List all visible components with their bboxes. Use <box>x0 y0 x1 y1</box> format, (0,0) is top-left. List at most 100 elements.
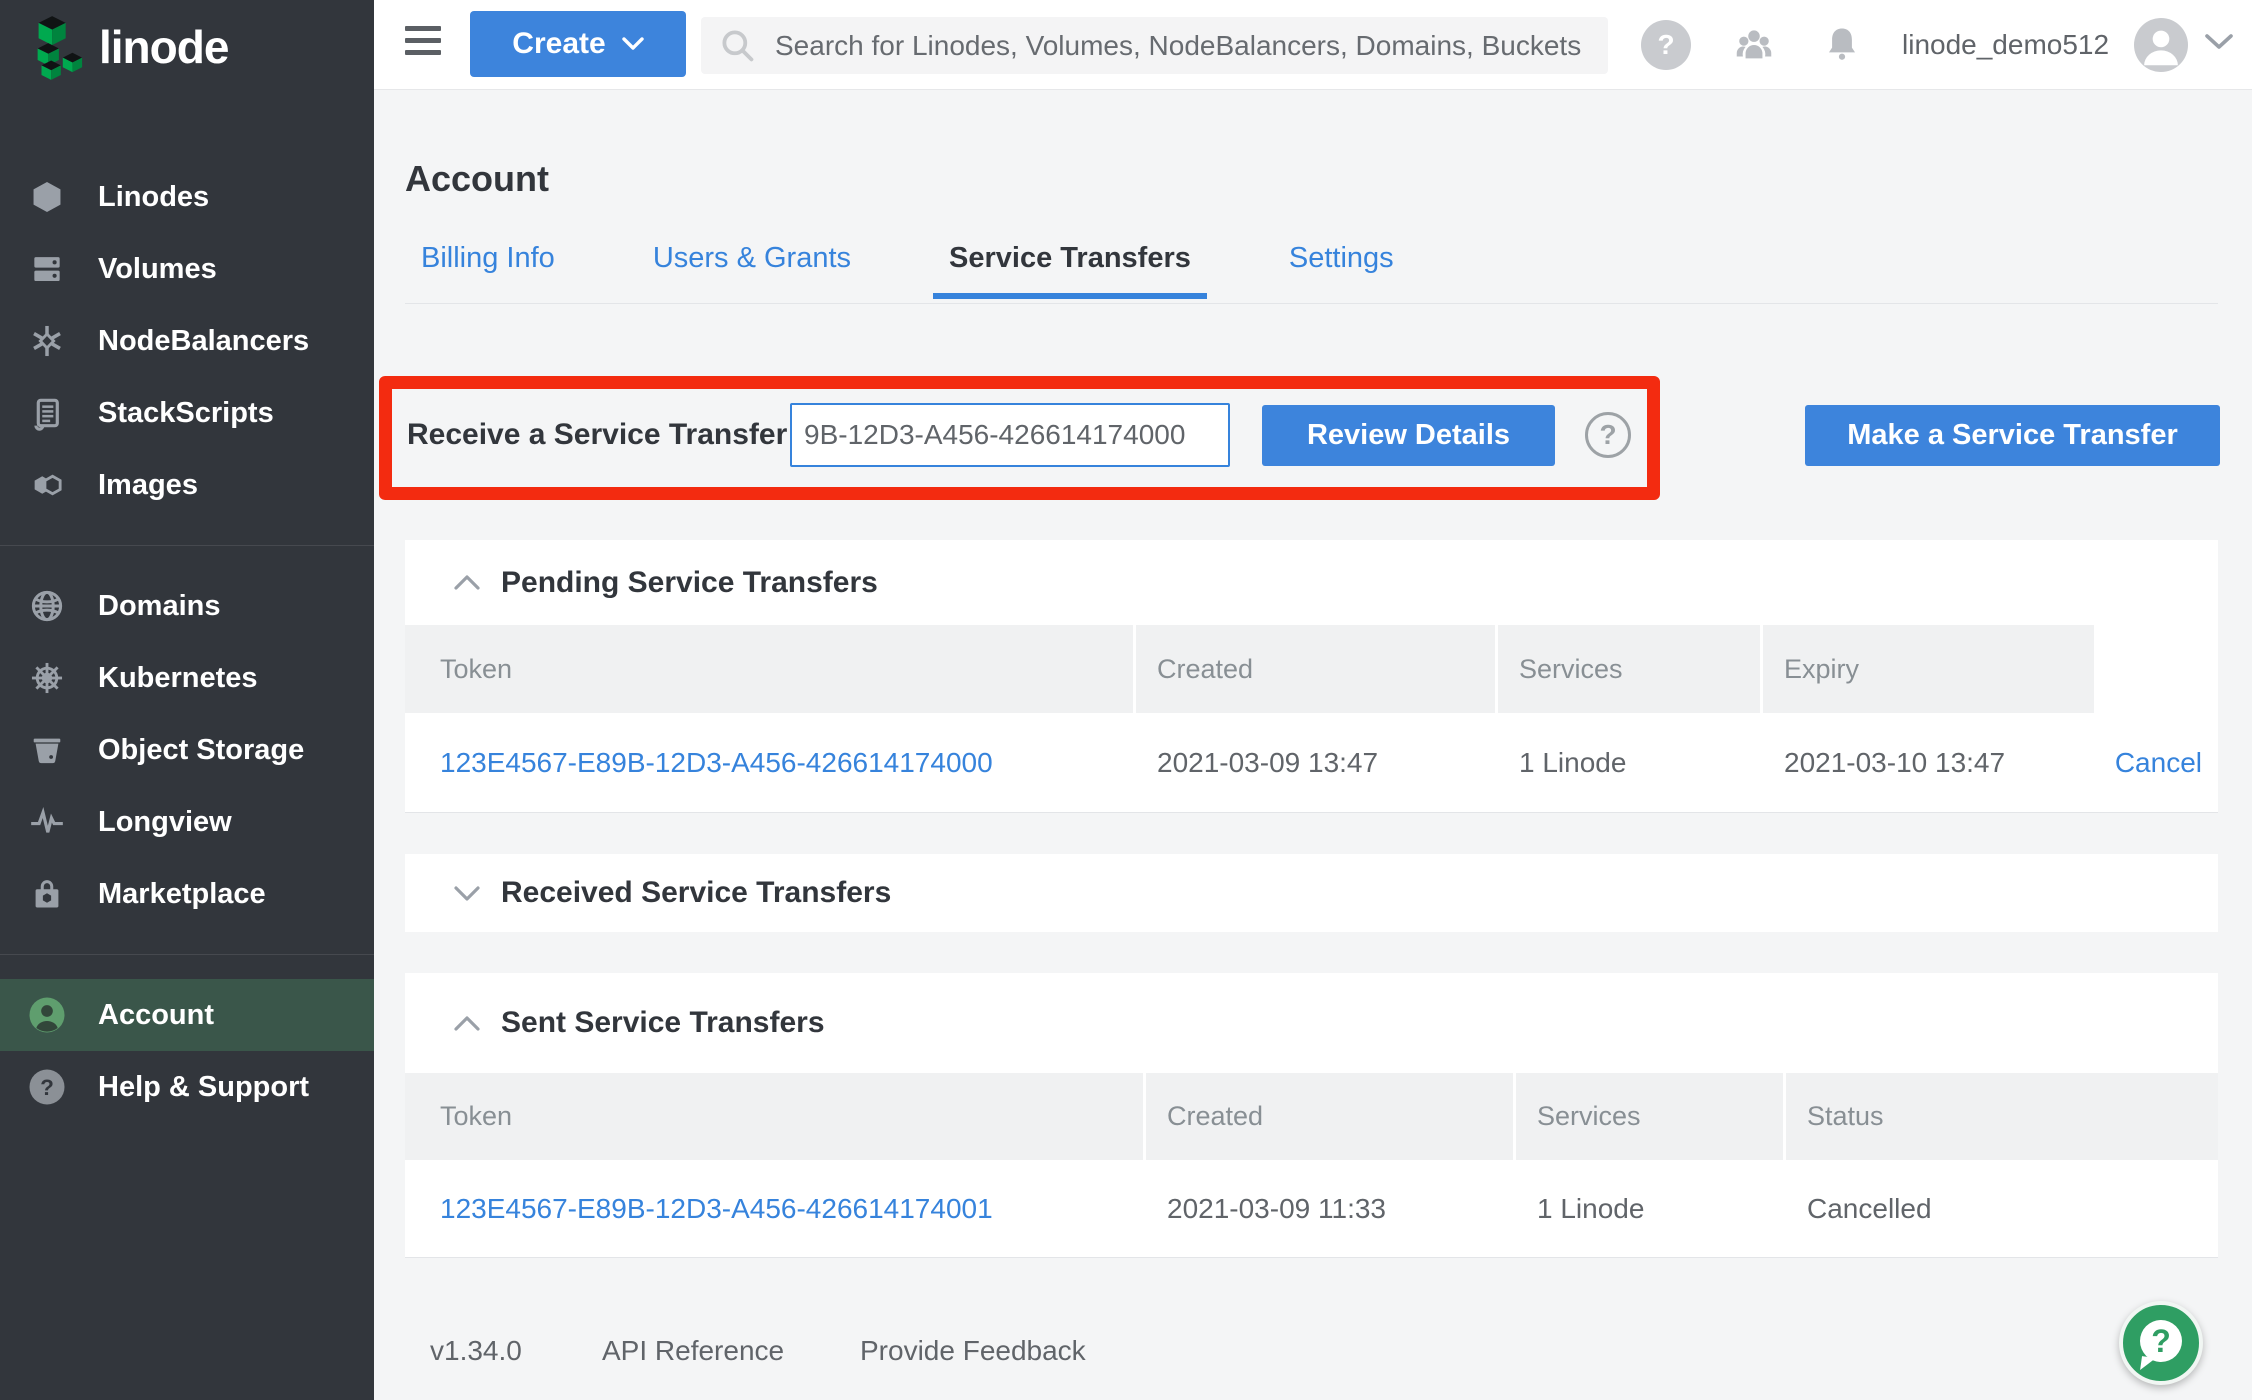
section-title: Pending Service Transfers <box>501 566 878 600</box>
version-link[interactable]: v1.34.0 <box>430 1328 522 1374</box>
tab-service-transfers[interactable]: Service Transfers <box>933 242 1207 299</box>
search-input[interactable] <box>773 17 1608 74</box>
sidebar-item-label: Domains <box>98 590 220 623</box>
api-reference-link[interactable]: API Reference <box>602 1328 784 1374</box>
sidebar-item-images[interactable]: Images <box>0 449 374 521</box>
column-header-token: Token <box>405 625 1136 713</box>
token-link[interactable]: 123E4567-E89B-12D3-A456-426614174001 <box>440 1193 993 1225</box>
column-header-services: Services <box>1516 1073 1786 1160</box>
sidebar-item-label: Account <box>98 999 214 1032</box>
sidebar-item-linodes[interactable]: Linodes <box>0 161 374 233</box>
page-title: Account <box>405 158 549 200</box>
tab-settings[interactable]: Settings <box>1273 242 1410 299</box>
sidebar-item-stackscripts[interactable]: StackScripts <box>0 377 374 449</box>
sidebar-item-help-support[interactable]: ? Help & Support <box>0 1051 374 1123</box>
actions-cell: Cancel <box>2097 713 2218 812</box>
sidebar-item-marketplace[interactable]: Marketplace <box>0 858 374 930</box>
community-icon[interactable] <box>1729 20 1779 70</box>
pending-transfer-row: 123E4567-E89B-12D3-A456-426614174000 202… <box>405 713 2218 813</box>
sidebar-item-longview[interactable]: Longview <box>0 786 374 858</box>
sent-transfer-row: 123E4567-E89B-12D3-A456-426614174001 202… <box>405 1160 2218 1258</box>
create-button-label: Create <box>512 27 605 61</box>
chevron-down-icon <box>622 37 644 51</box>
sent-transfers-header: Sent Service Transfers <box>405 973 2218 1073</box>
token-cell: 123E4567-E89B-12D3-A456-426614174001 <box>405 1160 1146 1257</box>
review-details-button[interactable]: Review Details <box>1262 405 1555 466</box>
globe-icon <box>27 586 67 626</box>
create-button[interactable]: Create <box>470 11 686 77</box>
sidebar-item-kubernetes[interactable]: Kubernetes <box>0 642 374 714</box>
receive-transfer-help-icon[interactable]: ? <box>1585 412 1631 458</box>
support-chat-button[interactable]: ? <box>2119 1301 2203 1385</box>
sidebar-item-account[interactable]: Account <box>0 979 374 1051</box>
services-cell: 1 Linode <box>1498 713 1763 812</box>
section-title: Sent Service Transfers <box>501 1006 825 1040</box>
collapse-chevron-up-icon[interactable] <box>449 565 485 601</box>
collapse-chevron-up-icon[interactable] <box>449 1005 485 1041</box>
column-header-created: Created <box>1136 625 1498 713</box>
make-service-transfer-button[interactable]: Make a Service Transfer <box>1805 405 2220 466</box>
sidebar-item-label: NodeBalancers <box>98 325 309 358</box>
sidebar-item-domains[interactable]: Domains <box>0 570 374 642</box>
sidebar-item-label: StackScripts <box>98 397 274 430</box>
token-cell: 123E4567-E89B-12D3-A456-426614174000 <box>405 713 1136 812</box>
sidebar-item-label: Object Storage <box>98 734 304 767</box>
question-circle-icon: ? <box>27 1067 67 1107</box>
stackscripts-icon <box>27 393 67 433</box>
linode-cloud-manager: linode Linodes Volumes NodeBalancers <box>0 0 2252 1400</box>
images-icon <box>27 465 67 505</box>
column-header-services: Services <box>1498 625 1763 713</box>
linode-logo-icon <box>27 14 85 80</box>
linode-logo[interactable]: linode <box>27 14 228 80</box>
transfer-token-input[interactable] <box>790 403 1230 467</box>
token-link[interactable]: 123E4567-E89B-12D3-A456-426614174000 <box>440 747 993 779</box>
sidebar-item-label: Linodes <box>98 181 209 214</box>
avatar[interactable] <box>2134 18 2188 72</box>
tab-users-grants[interactable]: Users & Grants <box>637 242 867 299</box>
sidebar-divider <box>0 930 374 955</box>
received-transfers-header: Received Service Transfers <box>405 854 2218 932</box>
tab-billing-info[interactable]: Billing Info <box>405 242 571 299</box>
nodebalancers-icon <box>27 321 67 361</box>
svg-text:?: ? <box>40 1075 54 1100</box>
sidebar-item-label: Volumes <box>98 253 217 286</box>
cancel-link[interactable]: Cancel <box>2115 747 2202 779</box>
search-icon <box>719 27 757 65</box>
sent-table-header: Token Created Services Status <box>405 1073 2218 1160</box>
username-menu[interactable]: linode_demo512 <box>1902 0 2109 90</box>
helm-wheel-icon <box>27 658 67 698</box>
shopping-bag-icon <box>27 874 67 914</box>
sidebar-item-label: Help & Support <box>98 1071 309 1104</box>
column-header-expiry: Expiry <box>1763 625 2097 713</box>
column-header-created: Created <box>1146 1073 1516 1160</box>
section-title: Received Service Transfers <box>501 876 891 910</box>
sidebar-item-label: Longview <box>98 806 232 839</box>
account-chevron-down-icon[interactable] <box>2204 33 2234 51</box>
pending-transfers-header: Pending Service Transfers <box>405 540 2218 625</box>
expiry-cell: 2021-03-10 13:47 <box>1763 713 2097 812</box>
column-header-token: Token <box>405 1073 1146 1160</box>
sidebar-item-label: Images <box>98 469 198 502</box>
provide-feedback-link[interactable]: Provide Feedback <box>860 1328 1086 1374</box>
main-content: Account Billing Info Users & Grants Serv… <box>374 90 2252 1400</box>
sidebar-item-volumes[interactable]: Volumes <box>0 233 374 305</box>
sidebar-divider <box>0 521 374 546</box>
status-cell: Cancelled <box>1786 1160 2218 1257</box>
person-circle-icon <box>27 995 67 1035</box>
chat-question-icon: ? <box>2140 1320 2182 1362</box>
search-bar <box>701 17 1608 74</box>
collapse-chevron-down-icon[interactable] <box>449 875 485 911</box>
volumes-icon <box>27 249 67 289</box>
sidebar-item-nodebalancers[interactable]: NodeBalancers <box>0 305 374 377</box>
pending-table-header: Token Created Services Expiry <box>405 625 2218 713</box>
created-cell: 2021-03-09 11:33 <box>1146 1160 1516 1257</box>
notifications-bell-icon[interactable] <box>1817 20 1867 70</box>
help-icon[interactable]: ? <box>1641 20 1691 70</box>
created-cell: 2021-03-09 13:47 <box>1136 713 1498 812</box>
linodes-icon <box>27 177 67 217</box>
hamburger-menu-icon[interactable] <box>405 26 441 62</box>
receive-transfer-label: Receive a Service Transfer <box>407 403 787 467</box>
username-label: linode_demo512 <box>1902 29 2109 61</box>
sidebar-item-object-storage[interactable]: Object Storage <box>0 714 374 786</box>
sidebar-item-label: Kubernetes <box>98 662 258 695</box>
